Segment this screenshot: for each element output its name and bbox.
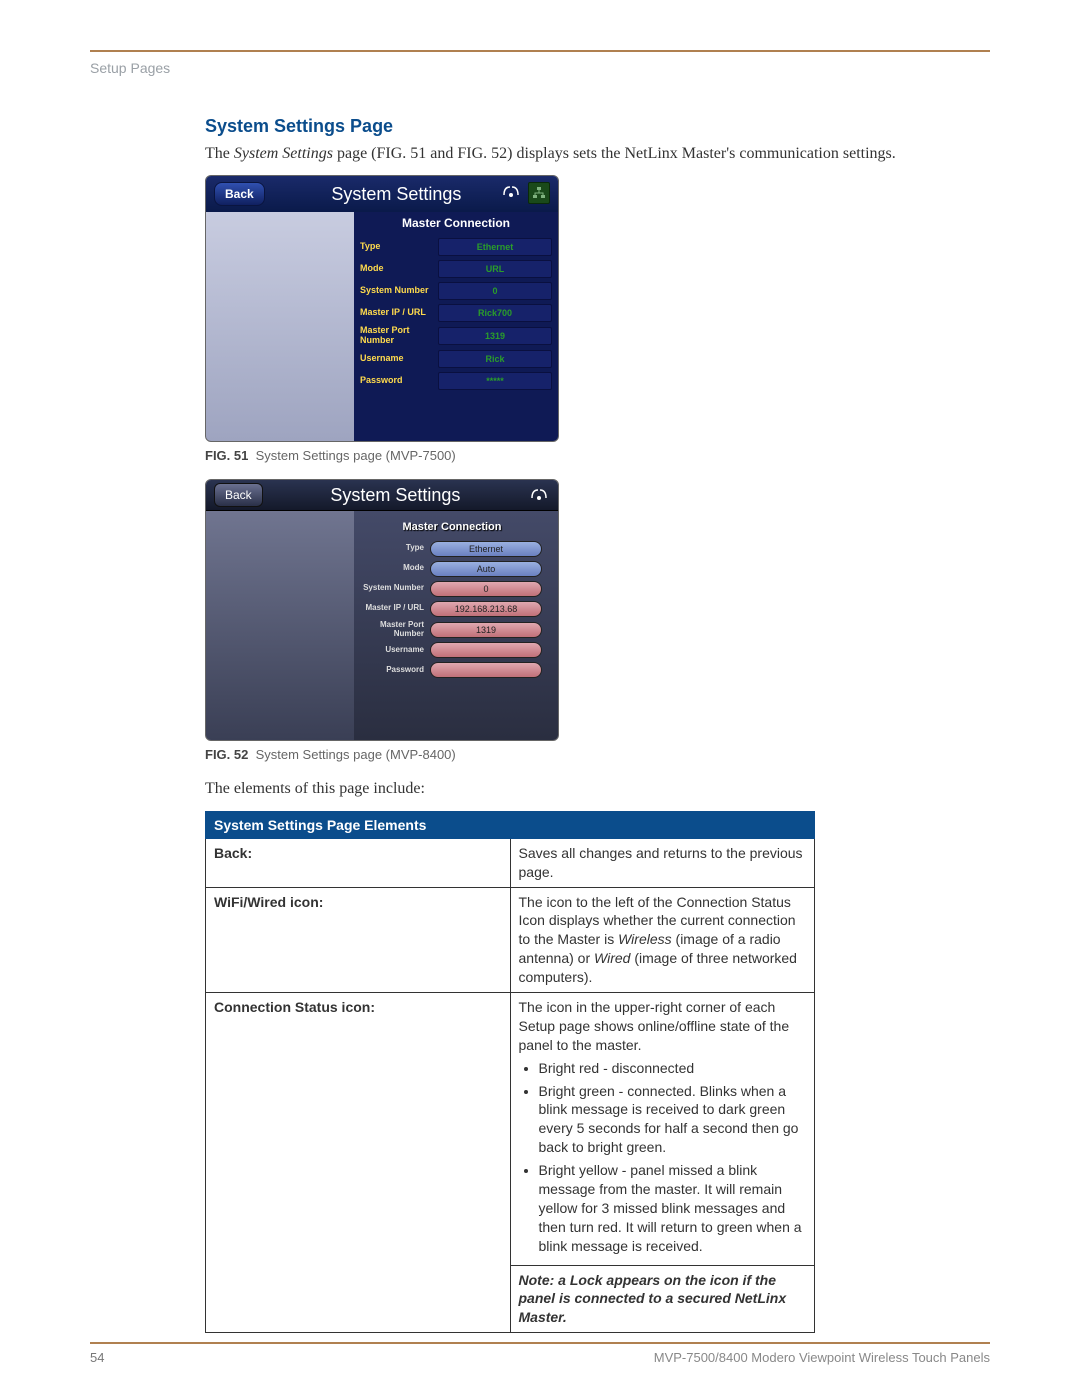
- master-connection-title: Master Connection: [356, 517, 548, 539]
- panel-title: System Settings: [233, 485, 558, 506]
- elements-table: System Settings Page Elements Back: Save…: [205, 811, 815, 1333]
- table-row: Connection Status icon: The icon in the …: [206, 993, 815, 1266]
- value-port[interactable]: 1319: [438, 327, 552, 345]
- label-port: Master Port Number: [362, 621, 424, 639]
- label-user: Username: [360, 354, 432, 364]
- value-type[interactable]: Ethernet: [438, 238, 552, 256]
- fig52-panel: Back System Settings Master Connection T…: [205, 479, 559, 741]
- value-ipurl[interactable]: 192.168.213.68: [430, 601, 542, 617]
- fig51-panel: Back System Settings Master Connection T…: [205, 175, 559, 442]
- label-ipurl: Master IP / URL: [360, 308, 432, 318]
- intro-a: The: [205, 145, 234, 162]
- value-port[interactable]: 1319: [430, 622, 542, 638]
- doc-title: MVP-7500/8400 Modero Viewpoint Wireless …: [654, 1350, 990, 1365]
- section-title: System Settings Page: [205, 116, 990, 137]
- value-pass[interactable]: *****: [438, 372, 552, 390]
- breadcrumb: Setup Pages: [90, 60, 990, 76]
- page-number: 54: [90, 1350, 104, 1365]
- cell-note: Note: a Lock appears on the icon if the …: [510, 1265, 815, 1333]
- label-pass: Password: [360, 376, 432, 386]
- intro-em: System Settings: [234, 145, 333, 162]
- value-type[interactable]: Ethernet: [430, 541, 542, 557]
- elements-intro: The elements of this page include:: [205, 778, 990, 800]
- cell-label: WiFi/Wired icon:: [206, 887, 511, 992]
- label-mode: Mode: [362, 564, 424, 573]
- value-user[interactable]: Rick: [438, 350, 552, 368]
- table-row: WiFi/Wired icon: The icon to the left of…: [206, 887, 815, 992]
- cell-text: Saves all changes and returns to the pre…: [510, 838, 815, 887]
- value-ipurl[interactable]: Rick700: [438, 304, 552, 322]
- cell-label: Back:: [206, 838, 511, 887]
- list-item: Bright red - disconnected: [539, 1059, 807, 1078]
- table-row: Back: Saves all changes and returns to t…: [206, 838, 815, 887]
- value-mode[interactable]: URL: [438, 260, 552, 278]
- master-connection-title: Master Connection: [354, 212, 558, 236]
- label-ipurl: Master IP / URL: [362, 604, 424, 613]
- value-sysnum[interactable]: 0: [438, 282, 552, 300]
- fig51-caption: FIG. 51 System Settings page (MVP-7500): [205, 448, 990, 463]
- wifi-icon: [528, 486, 550, 506]
- wifi-icon: [500, 183, 522, 203]
- value-mode[interactable]: Auto: [430, 561, 542, 577]
- label-port: Master Port Number: [360, 326, 432, 346]
- value-user[interactable]: [430, 642, 542, 658]
- label-sysnum: System Number: [360, 286, 432, 296]
- intro-b: page (FIG. 51 and FIG. 52) displays sets…: [333, 145, 896, 162]
- value-sysnum[interactable]: 0: [430, 581, 542, 597]
- table-header: System Settings Page Elements: [206, 811, 815, 838]
- value-pass[interactable]: [430, 662, 542, 678]
- label-sysnum: System Number: [362, 584, 424, 593]
- list-item: Bright yellow - panel missed a blink mes…: [539, 1161, 807, 1255]
- wired-icon: [528, 182, 550, 204]
- fig52-caption: FIG. 52 System Settings page (MVP-8400): [205, 747, 990, 762]
- label-type: Type: [360, 242, 432, 252]
- cell-text: The icon in the upper-right corner of ea…: [510, 993, 815, 1266]
- label-user: Username: [362, 646, 424, 655]
- list-item: Bright green - connected. Blinks when a …: [539, 1082, 807, 1158]
- intro-paragraph: The System Settings page (FIG. 51 and FI…: [205, 143, 990, 165]
- label-type: Type: [362, 544, 424, 553]
- footer: 54 MVP-7500/8400 Modero Viewpoint Wirele…: [90, 1342, 990, 1365]
- cell-label: Connection Status icon:: [206, 993, 511, 1333]
- cell-text: The icon to the left of the Connection S…: [510, 887, 815, 992]
- label-mode: Mode: [360, 264, 432, 274]
- label-pass: Password: [362, 666, 424, 675]
